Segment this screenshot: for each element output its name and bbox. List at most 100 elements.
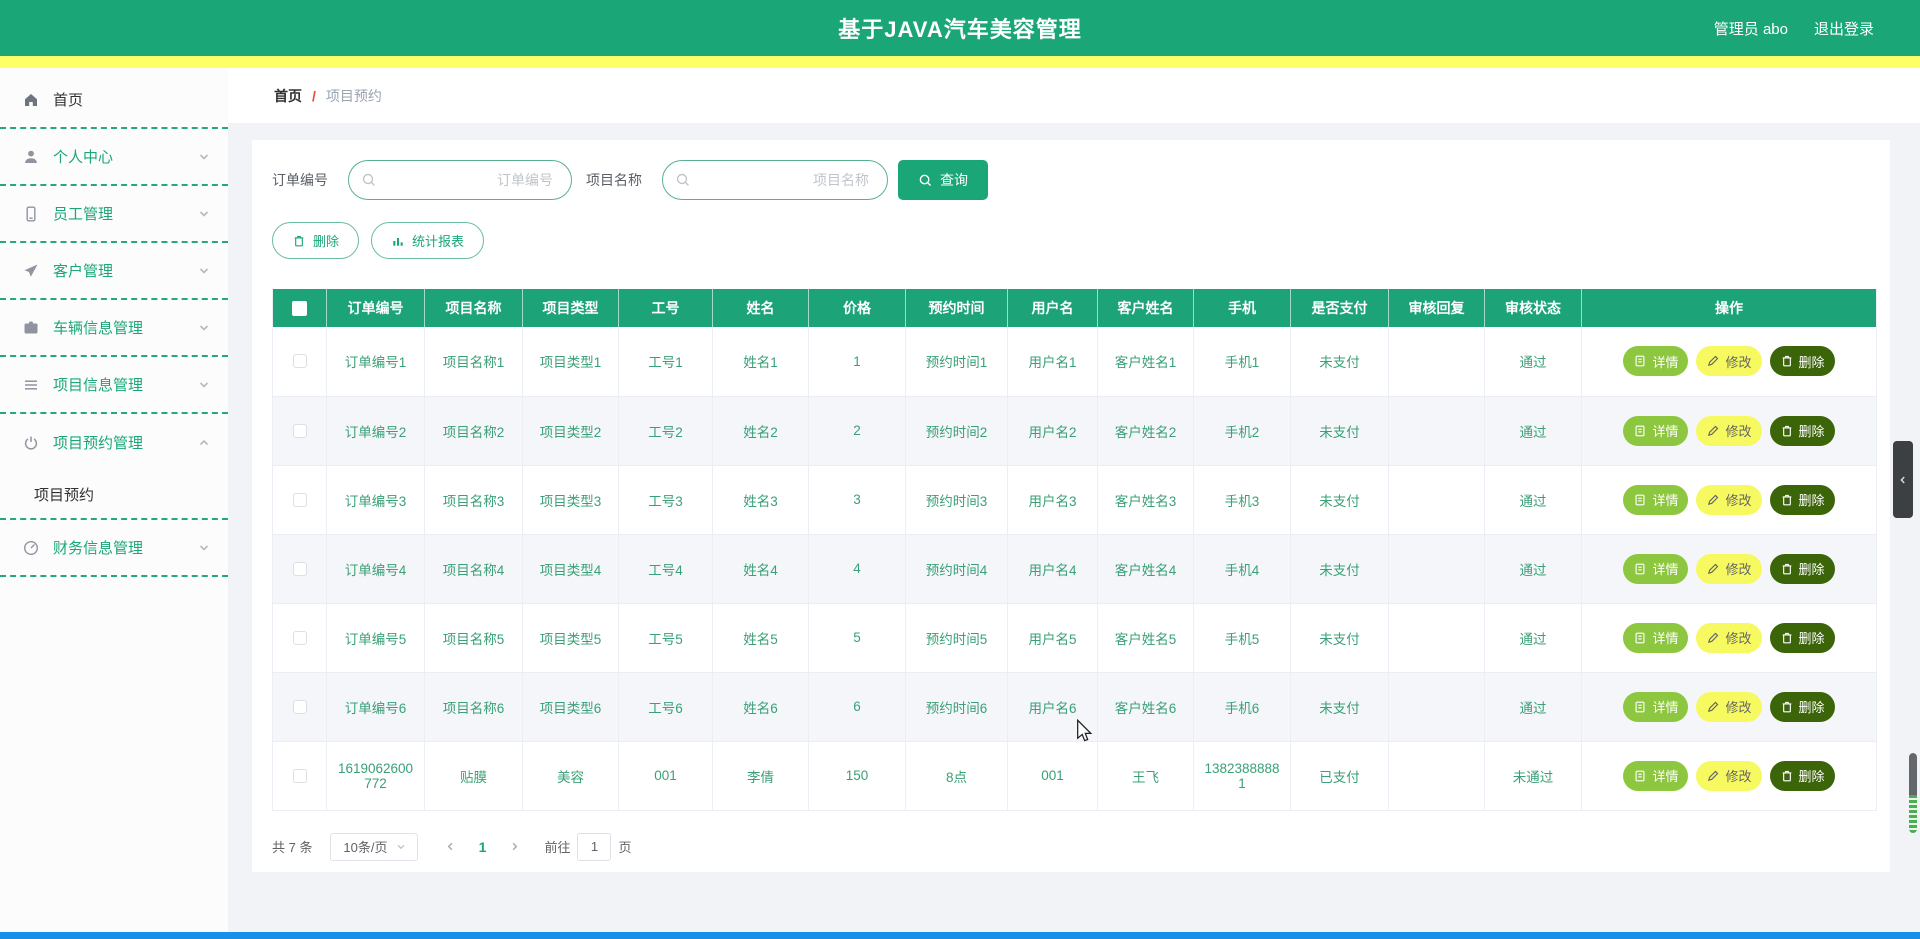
sidebar-item-project-info-management[interactable]: 项目信息管理: [0, 357, 228, 414]
table-cell: 工号3: [618, 465, 713, 535]
query-button[interactable]: 查询: [898, 160, 988, 200]
edit-button[interactable]: 修改: [1696, 622, 1762, 653]
edit-button[interactable]: 修改: [1696, 691, 1762, 722]
sidebar-item-employee-management[interactable]: 员工管理: [0, 186, 228, 243]
table-cell: 手机5: [1193, 603, 1291, 673]
header-accent-strip: [0, 56, 1920, 68]
sidebar-item-home[interactable]: 首页: [0, 72, 228, 129]
detail-button[interactable]: 详情: [1623, 691, 1689, 722]
table-row: 订单编号6 项目名称6 项目类型6 工号6 姓名6 6 预约时间6 用户名6 客户姓名6 手机6 未…: [272, 672, 1877, 742]
table-cell: [1388, 396, 1485, 466]
delete-row-button[interactable]: 删除: [1769, 622, 1835, 653]
row-checkbox[interactable]: [292, 699, 307, 714]
order-number-input[interactable]: [348, 160, 572, 200]
edit-button-label: 修改: [1725, 562, 1752, 577]
column-header: 订单编号: [326, 289, 425, 327]
row-actions-cell: 详情 修改 删除: [1581, 534, 1877, 604]
table-cell: 13823888881: [1193, 741, 1291, 811]
project-name-label: 项目名称: [586, 172, 642, 188]
panel-collapse-handle[interactable]: [1893, 441, 1913, 518]
delete-row-button-label: 删除: [1798, 769, 1825, 784]
breadcrumb-home-link[interactable]: 首页: [274, 86, 302, 106]
delete-row-button[interactable]: 删除: [1769, 484, 1835, 515]
delete-row-button[interactable]: 删除: [1769, 691, 1835, 722]
page-scrollbar[interactable]: [1909, 753, 1917, 833]
row-actions-cell: 详情 修改 删除: [1581, 396, 1877, 466]
table-cell: 未支付: [1290, 327, 1389, 397]
detail-button[interactable]: 详情: [1623, 415, 1689, 446]
table-cell: 王飞: [1097, 741, 1194, 811]
edit-button[interactable]: 修改: [1696, 553, 1762, 584]
detail-button-label: 详情: [1652, 562, 1679, 577]
sidebar-item-customer-management[interactable]: 客户管理: [0, 243, 228, 300]
delete-button[interactable]: 删除: [272, 222, 360, 259]
edit-button[interactable]: 修改: [1696, 760, 1762, 791]
delete-row-button[interactable]: 删除: [1769, 760, 1835, 791]
chevron-up-icon: [198, 437, 210, 449]
column-header: 是否支付: [1290, 289, 1389, 327]
table-cell: 用户名1: [1007, 327, 1098, 397]
project-name-input[interactable]: [662, 160, 888, 200]
page-size-select[interactable]: 10条/页: [330, 832, 419, 861]
table-cell: 美容: [522, 741, 619, 811]
goto-page-input[interactable]: [577, 832, 612, 861]
table-cell: 150: [808, 741, 906, 811]
table-row: 订单编号5 项目名称5 项目类型5 工号5 姓名5 5 预约时间5 用户名5 客户姓名5 手机5 未…: [272, 603, 1877, 673]
scrollbar-thumb[interactable]: [1909, 753, 1917, 795]
row-select-cell: [272, 465, 327, 535]
table-cell: 预约时间3: [905, 465, 1008, 535]
detail-button[interactable]: 详情: [1623, 760, 1689, 791]
row-checkbox[interactable]: [292, 354, 307, 369]
delete-row-button[interactable]: 删除: [1769, 346, 1835, 377]
table-cell: 手机4: [1193, 534, 1291, 604]
header-right: 管理员 abo 退出登录: [1714, 18, 1874, 39]
delete-row-button-label: 删除: [1798, 354, 1825, 370]
logout-button[interactable]: 退出登录: [1814, 18, 1874, 39]
table-cell: 李倩: [712, 741, 809, 811]
select-all-checkbox[interactable]: [292, 300, 307, 316]
table-cell: 项目类型6: [522, 672, 619, 742]
table-cell: 未支付: [1290, 603, 1389, 673]
table-cell: 工号5: [618, 603, 713, 673]
detail-button[interactable]: 详情: [1623, 346, 1689, 377]
current-user-label[interactable]: 管理员 abo: [1714, 18, 1788, 39]
row-checkbox[interactable]: [292, 768, 307, 783]
sidebar-item-finance-info-management[interactable]: 财务信息管理: [0, 520, 228, 577]
current-page-number[interactable]: 1: [466, 839, 498, 855]
detail-button[interactable]: 详情: [1623, 484, 1689, 515]
report-button[interactable]: 统计报表: [371, 222, 485, 259]
edit-button[interactable]: 修改: [1696, 484, 1762, 515]
table-row: 订单编号4 项目名称4 项目类型4 工号4 姓名4 4 预约时间4 用户名4 客户姓名4 手机4 未…: [272, 534, 1877, 604]
table-cell: 通过: [1484, 603, 1582, 673]
delete-row-button[interactable]: 删除: [1769, 553, 1835, 584]
next-page-button[interactable]: [498, 841, 530, 852]
row-checkbox[interactable]: [292, 561, 307, 576]
detail-button[interactable]: 详情: [1623, 553, 1689, 584]
delete-row-button[interactable]: 删除: [1769, 415, 1835, 446]
row-select-cell: [272, 603, 327, 673]
sidebar-item-vehicle-info-management[interactable]: 车辆信息管理: [0, 300, 228, 357]
row-checkbox[interactable]: [292, 423, 307, 438]
table-cell: 订单编号3: [326, 465, 425, 535]
scrollbar-striped-thumb[interactable]: [1909, 795, 1917, 833]
sidebar-item-personal-center[interactable]: 个人中心: [0, 129, 228, 186]
detail-button-label: 详情: [1652, 700, 1679, 715]
sidebar-item-project-booking-management[interactable]: 项目预约管理: [0, 414, 228, 471]
edit-button[interactable]: 修改: [1696, 346, 1762, 377]
column-header: 审核回复: [1388, 289, 1485, 327]
goto-page-label: 前往: [544, 840, 571, 855]
table-cell: 001: [618, 741, 713, 811]
report-button-label: 统计报表: [412, 234, 465, 249]
column-header: 操作: [1581, 289, 1877, 327]
table-cell: 5: [808, 603, 906, 673]
detail-button[interactable]: 详情: [1623, 622, 1689, 653]
row-checkbox[interactable]: [292, 630, 307, 645]
prev-page-button[interactable]: [434, 841, 466, 852]
table-cell: 工号6: [618, 672, 713, 742]
table-cell: 通过: [1484, 327, 1582, 397]
table-cell: 贴膜: [424, 741, 523, 811]
column-header: 项目名称: [424, 289, 523, 327]
sidebar-subitem-project-booking[interactable]: 项目预约: [0, 471, 228, 520]
edit-button[interactable]: 修改: [1696, 415, 1762, 446]
row-checkbox[interactable]: [292, 492, 307, 507]
